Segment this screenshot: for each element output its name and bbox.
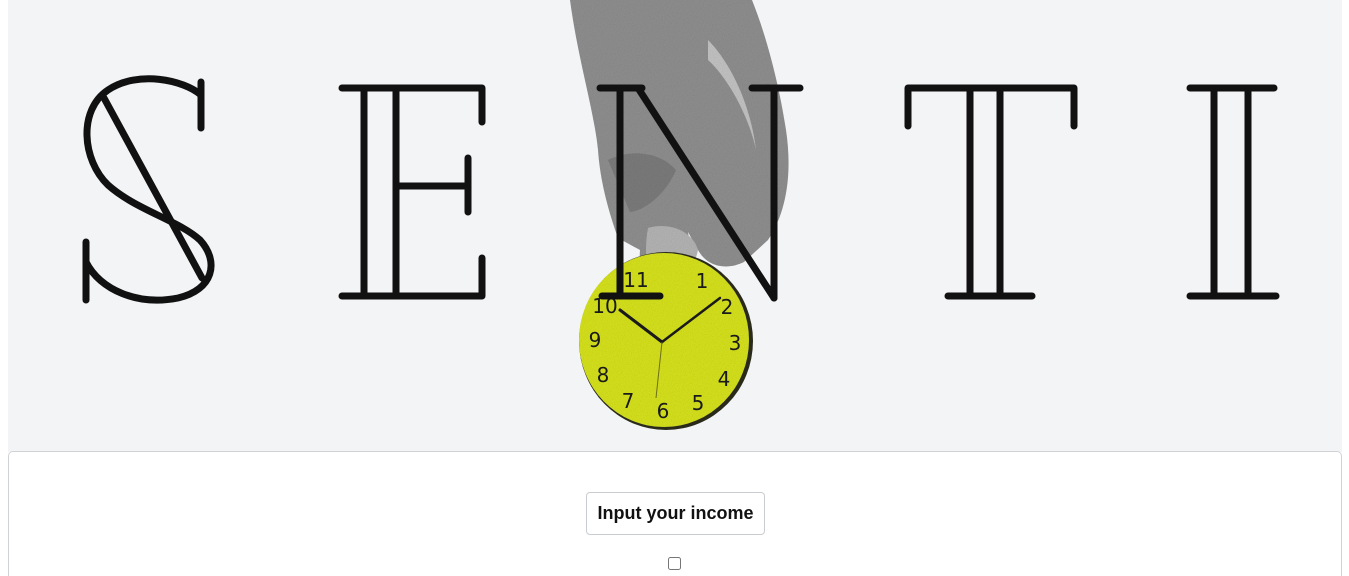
clock-numeral: 9	[589, 328, 602, 352]
clock-numeral: 6	[657, 399, 670, 423]
clock-numeral: 11	[623, 268, 648, 292]
clock-numeral: 3	[729, 331, 742, 355]
clock-illustration: 1 2 3 4 5 6 7 8 9 10 11	[579, 252, 753, 430]
clock-numeral: 8	[597, 363, 610, 387]
input-income-button[interactable]: Input your income	[586, 492, 765, 535]
hero-illustration: 1 2 3 4 5 6 7 8 9 10 11	[82, 0, 1280, 430]
hand-image	[570, 0, 789, 285]
title-letter-i	[1186, 84, 1280, 300]
clock-numeral: 4	[718, 367, 731, 391]
title-letter-e	[338, 84, 486, 300]
option-checkbox[interactable]	[668, 557, 681, 570]
title-letter-s	[82, 75, 215, 304]
clock-numeral: 2	[721, 295, 734, 319]
title-letter-t	[904, 84, 1078, 300]
page: 1 2 3 4 5 6 7 8 9 10 11 Input your incom…	[0, 0, 1349, 576]
clock-numeral: 7	[622, 389, 635, 413]
clock-numeral: 1	[696, 269, 709, 293]
hero-banner: 1 2 3 4 5 6 7 8 9 10 11	[8, 0, 1342, 452]
clock-numeral: 5	[692, 391, 705, 415]
